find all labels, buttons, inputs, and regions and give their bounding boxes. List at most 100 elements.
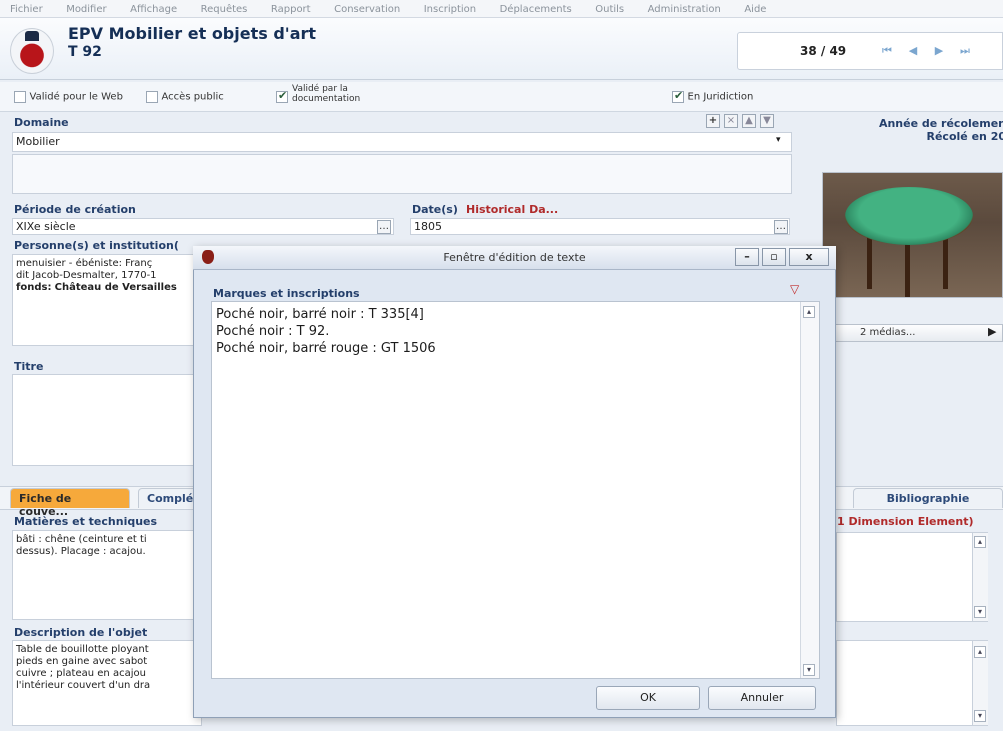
date-picker-button[interactable]: … — [774, 220, 788, 234]
dimensions-field[interactable] — [836, 532, 988, 622]
periode-value: XIXe siècle — [16, 220, 76, 233]
move-up-icon[interactable]: ▲ — [742, 114, 756, 128]
inscriptions-text: Poché noir, barré noir : T 335[4] Poché … — [216, 306, 436, 357]
scroll-up-icon[interactable]: ▴ — [974, 646, 986, 658]
personnes-text: menuisier - ébéniste: Franç dit Jacob-De… — [16, 258, 177, 294]
personnes-role: fonds: — [16, 282, 52, 293]
collection-title: EPV Mobilier et objets d'art — [68, 24, 317, 43]
dates-label: Date(s) — [412, 203, 458, 216]
juridiction-label: En Juridiction — [687, 91, 754, 103]
valide-web-checkbox[interactable] — [14, 91, 26, 103]
recole-value: Récolé en 20 — [926, 130, 1003, 143]
delete-icon[interactable]: × — [724, 114, 738, 128]
titre-label: Titre — [14, 360, 44, 373]
acces-public-option: Accès public — [146, 90, 224, 103]
valide-doc-label-line1: Validé par la — [292, 84, 348, 94]
periode-label: Période de création — [14, 203, 136, 216]
menu-item-inscription[interactable]: Inscription — [414, 0, 486, 15]
description-line: cuivre ; plateau en acajou — [16, 668, 146, 679]
scroll-down-icon[interactable]: ▾ — [974, 710, 986, 722]
personnes-line: dit Jacob-Desmalter, 1770-1 — [16, 270, 157, 281]
domaine-label: Domaine — [14, 116, 69, 129]
matieres-line: bâti : chêne (ceinture et ti — [16, 534, 147, 545]
record-counter: 38 / 49 — [800, 44, 847, 58]
menu-item-modifier[interactable]: Modifier — [56, 0, 116, 15]
last-record-icon[interactable]: ⏭ — [958, 44, 972, 58]
historical-dates-label: Historical Da... — [466, 203, 559, 216]
next-media-icon[interactable]: ▶ — [988, 325, 996, 338]
annee-recolement-label: Année de récolemen — [878, 117, 1003, 130]
minimize-button[interactable]: – — [735, 248, 759, 266]
personnes-value: Château de Versailles — [54, 282, 177, 293]
tab-fiche-couverture[interactable]: Fiche de couve... — [10, 488, 130, 518]
menu-item-administration[interactable]: Administration — [638, 0, 731, 15]
add-icon[interactable]: + — [706, 114, 720, 128]
scroll-up-icon[interactable]: ▴ — [974, 536, 986, 548]
valide-doc-label-line2: documentation — [292, 94, 361, 104]
next-record-icon[interactable]: ▶ — [932, 44, 946, 58]
inscription-line: Poché noir, barré rouge : GT 1506 — [216, 341, 436, 356]
object-photo[interactable] — [822, 172, 1003, 298]
maximize-button[interactable]: ▫ — [762, 248, 786, 266]
menu-item-aide[interactable]: Aide — [734, 0, 776, 15]
domaine-dropdown-icon[interactable]: ▾ — [776, 135, 781, 145]
menu-item-requetes[interactable]: Requêtes — [191, 0, 258, 15]
domaine-value: Mobilier — [16, 135, 60, 148]
periode-picker-button[interactable]: … — [377, 220, 391, 234]
photo-table-top — [845, 187, 973, 245]
dimension-label: (1 Dimension Element) — [832, 515, 974, 528]
menu-item-rapport[interactable]: Rapport — [261, 0, 321, 15]
menu-bar: Fichier Modifier Affichage Requêtes Rapp… — [0, 0, 1003, 18]
juridiction-checkbox[interactable] — [672, 89, 684, 103]
secondary-field[interactable] — [836, 640, 988, 726]
date-value: 1805 — [414, 220, 442, 233]
filter-icon[interactable]: ▽ — [790, 282, 799, 296]
menu-item-deplacements[interactable]: Déplacements — [490, 0, 582, 15]
valide-doc-option — [276, 86, 288, 103]
personnes-line: fonds: Château de Versailles — [16, 282, 177, 294]
inscriptions-textarea[interactable] — [211, 301, 820, 679]
scroll-up-icon[interactable]: ▴ — [803, 306, 815, 318]
date-field[interactable] — [410, 218, 790, 235]
scroll-down-icon[interactable]: ▾ — [803, 664, 815, 676]
domaine-field[interactable] — [12, 132, 792, 152]
acces-public-checkbox[interactable] — [146, 91, 158, 103]
recolement-block: Année de récolemen Récolé en 20 — [846, 117, 1003, 143]
cancel-button[interactable]: Annuler — [708, 686, 816, 710]
menu-item-conservation[interactable]: Conservation — [324, 0, 410, 15]
scroll-down-icon[interactable]: ▾ — [974, 606, 986, 618]
description-text: Table de bouillotte ployant pieds en gai… — [16, 644, 150, 692]
app-logo-icon — [10, 28, 54, 74]
inscription-line: Poché noir, barré noir : T 335[4] — [216, 307, 424, 322]
tab-bibliographie[interactable]: Bibliographie — [853, 488, 1003, 508]
menu-item-affichage[interactable]: Affichage — [120, 0, 187, 15]
description-label: Description de l'objet — [14, 626, 148, 639]
description-line: pieds en gaine avec sabot — [16, 656, 148, 667]
tab-complement[interactable]: Complé — [138, 488, 198, 508]
textarea-scrollbar[interactable] — [800, 302, 819, 678]
matieres-label: Matières et techniques — [14, 515, 158, 528]
personnes-line: menuisier - ébéniste: Franç — [16, 258, 153, 269]
close-button[interactable]: x — [789, 248, 829, 266]
matieres-text: bâti : chêne (ceinture et ti dessus). Pl… — [16, 534, 147, 558]
menu-item-outils[interactable]: Outils — [585, 0, 634, 15]
juridiction-option: En Juridiction — [672, 89, 754, 103]
valide-doc-checkbox[interactable] — [276, 89, 288, 103]
acces-public-label: Accès public — [161, 91, 224, 103]
move-down-icon[interactable]: ▼ — [760, 114, 774, 128]
inscription-line: Poché noir : T 92. — [216, 324, 330, 339]
valide-web-label: Validé pour le Web — [29, 91, 123, 103]
personnes-label: Personne(s) et institution( — [14, 239, 179, 252]
record-id: T 92 — [68, 44, 102, 60]
menu-item-fichier[interactable]: Fichier — [0, 0, 53, 15]
ok-button[interactable]: OK — [596, 686, 700, 710]
valide-web-option: Validé pour le Web — [14, 90, 123, 103]
dialog-field-heading: Marques et inscriptions — [213, 287, 360, 300]
valide-doc-label: Validé par la documentation — [292, 84, 360, 104]
first-record-icon[interactable]: ⏮ — [880, 44, 894, 58]
domaine-list — [12, 154, 792, 194]
matieres-line: dessus). Placage : acajou. — [16, 546, 146, 557]
description-line: Table de bouillotte ployant — [16, 644, 149, 655]
titre-field[interactable] — [12, 374, 202, 466]
previous-record-icon[interactable]: ◀ — [906, 44, 920, 58]
